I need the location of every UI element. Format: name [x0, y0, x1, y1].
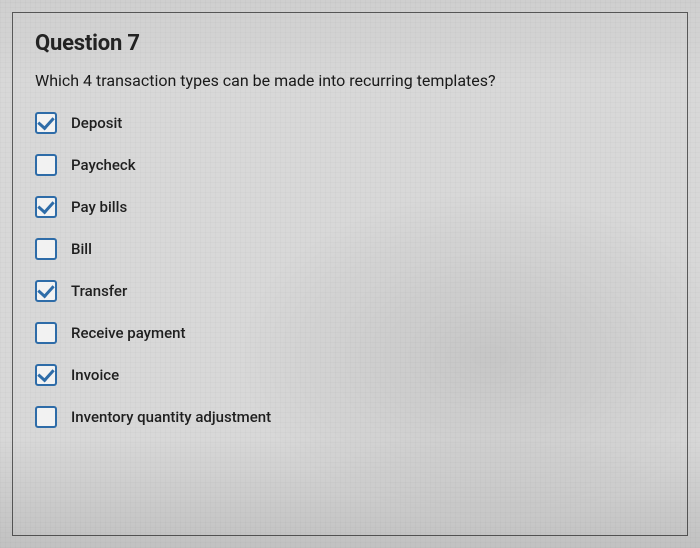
checkbox-icon[interactable] [35, 280, 57, 302]
option-row[interactable]: Invoice [35, 364, 665, 386]
checkbox-icon[interactable] [35, 238, 57, 260]
option-label: Paycheck [71, 156, 136, 174]
question-card: Question 7 Which 4 transaction types can… [12, 12, 688, 536]
checkbox-icon[interactable] [35, 196, 57, 218]
option-row[interactable]: Paycheck [35, 154, 665, 176]
option-row[interactable]: Receive payment [35, 322, 665, 344]
options-list: Deposit Paycheck Pay bills Bill Transfer… [35, 112, 665, 428]
option-row[interactable]: Pay bills [35, 196, 665, 218]
option-label: Bill [71, 240, 92, 258]
option-row[interactable]: Inventory quantity adjustment [35, 406, 665, 428]
option-row[interactable]: Bill [35, 238, 665, 260]
option-row[interactable]: Deposit [35, 112, 665, 134]
option-label: Deposit [71, 114, 122, 132]
option-label: Invoice [71, 366, 119, 384]
option-row[interactable]: Transfer [35, 280, 665, 302]
option-label: Transfer [71, 282, 127, 300]
question-title: Question 7 [35, 31, 665, 56]
checkbox-icon[interactable] [35, 364, 57, 386]
checkbox-icon[interactable] [35, 112, 57, 134]
option-label: Receive payment [71, 324, 185, 342]
option-label: Inventory quantity adjustment [71, 408, 271, 426]
question-prompt: Which 4 transaction types can be made in… [35, 70, 665, 92]
checkbox-icon[interactable] [35, 406, 57, 428]
option-label: Pay bills [71, 198, 127, 216]
checkbox-icon[interactable] [35, 322, 57, 344]
checkbox-icon[interactable] [35, 154, 57, 176]
